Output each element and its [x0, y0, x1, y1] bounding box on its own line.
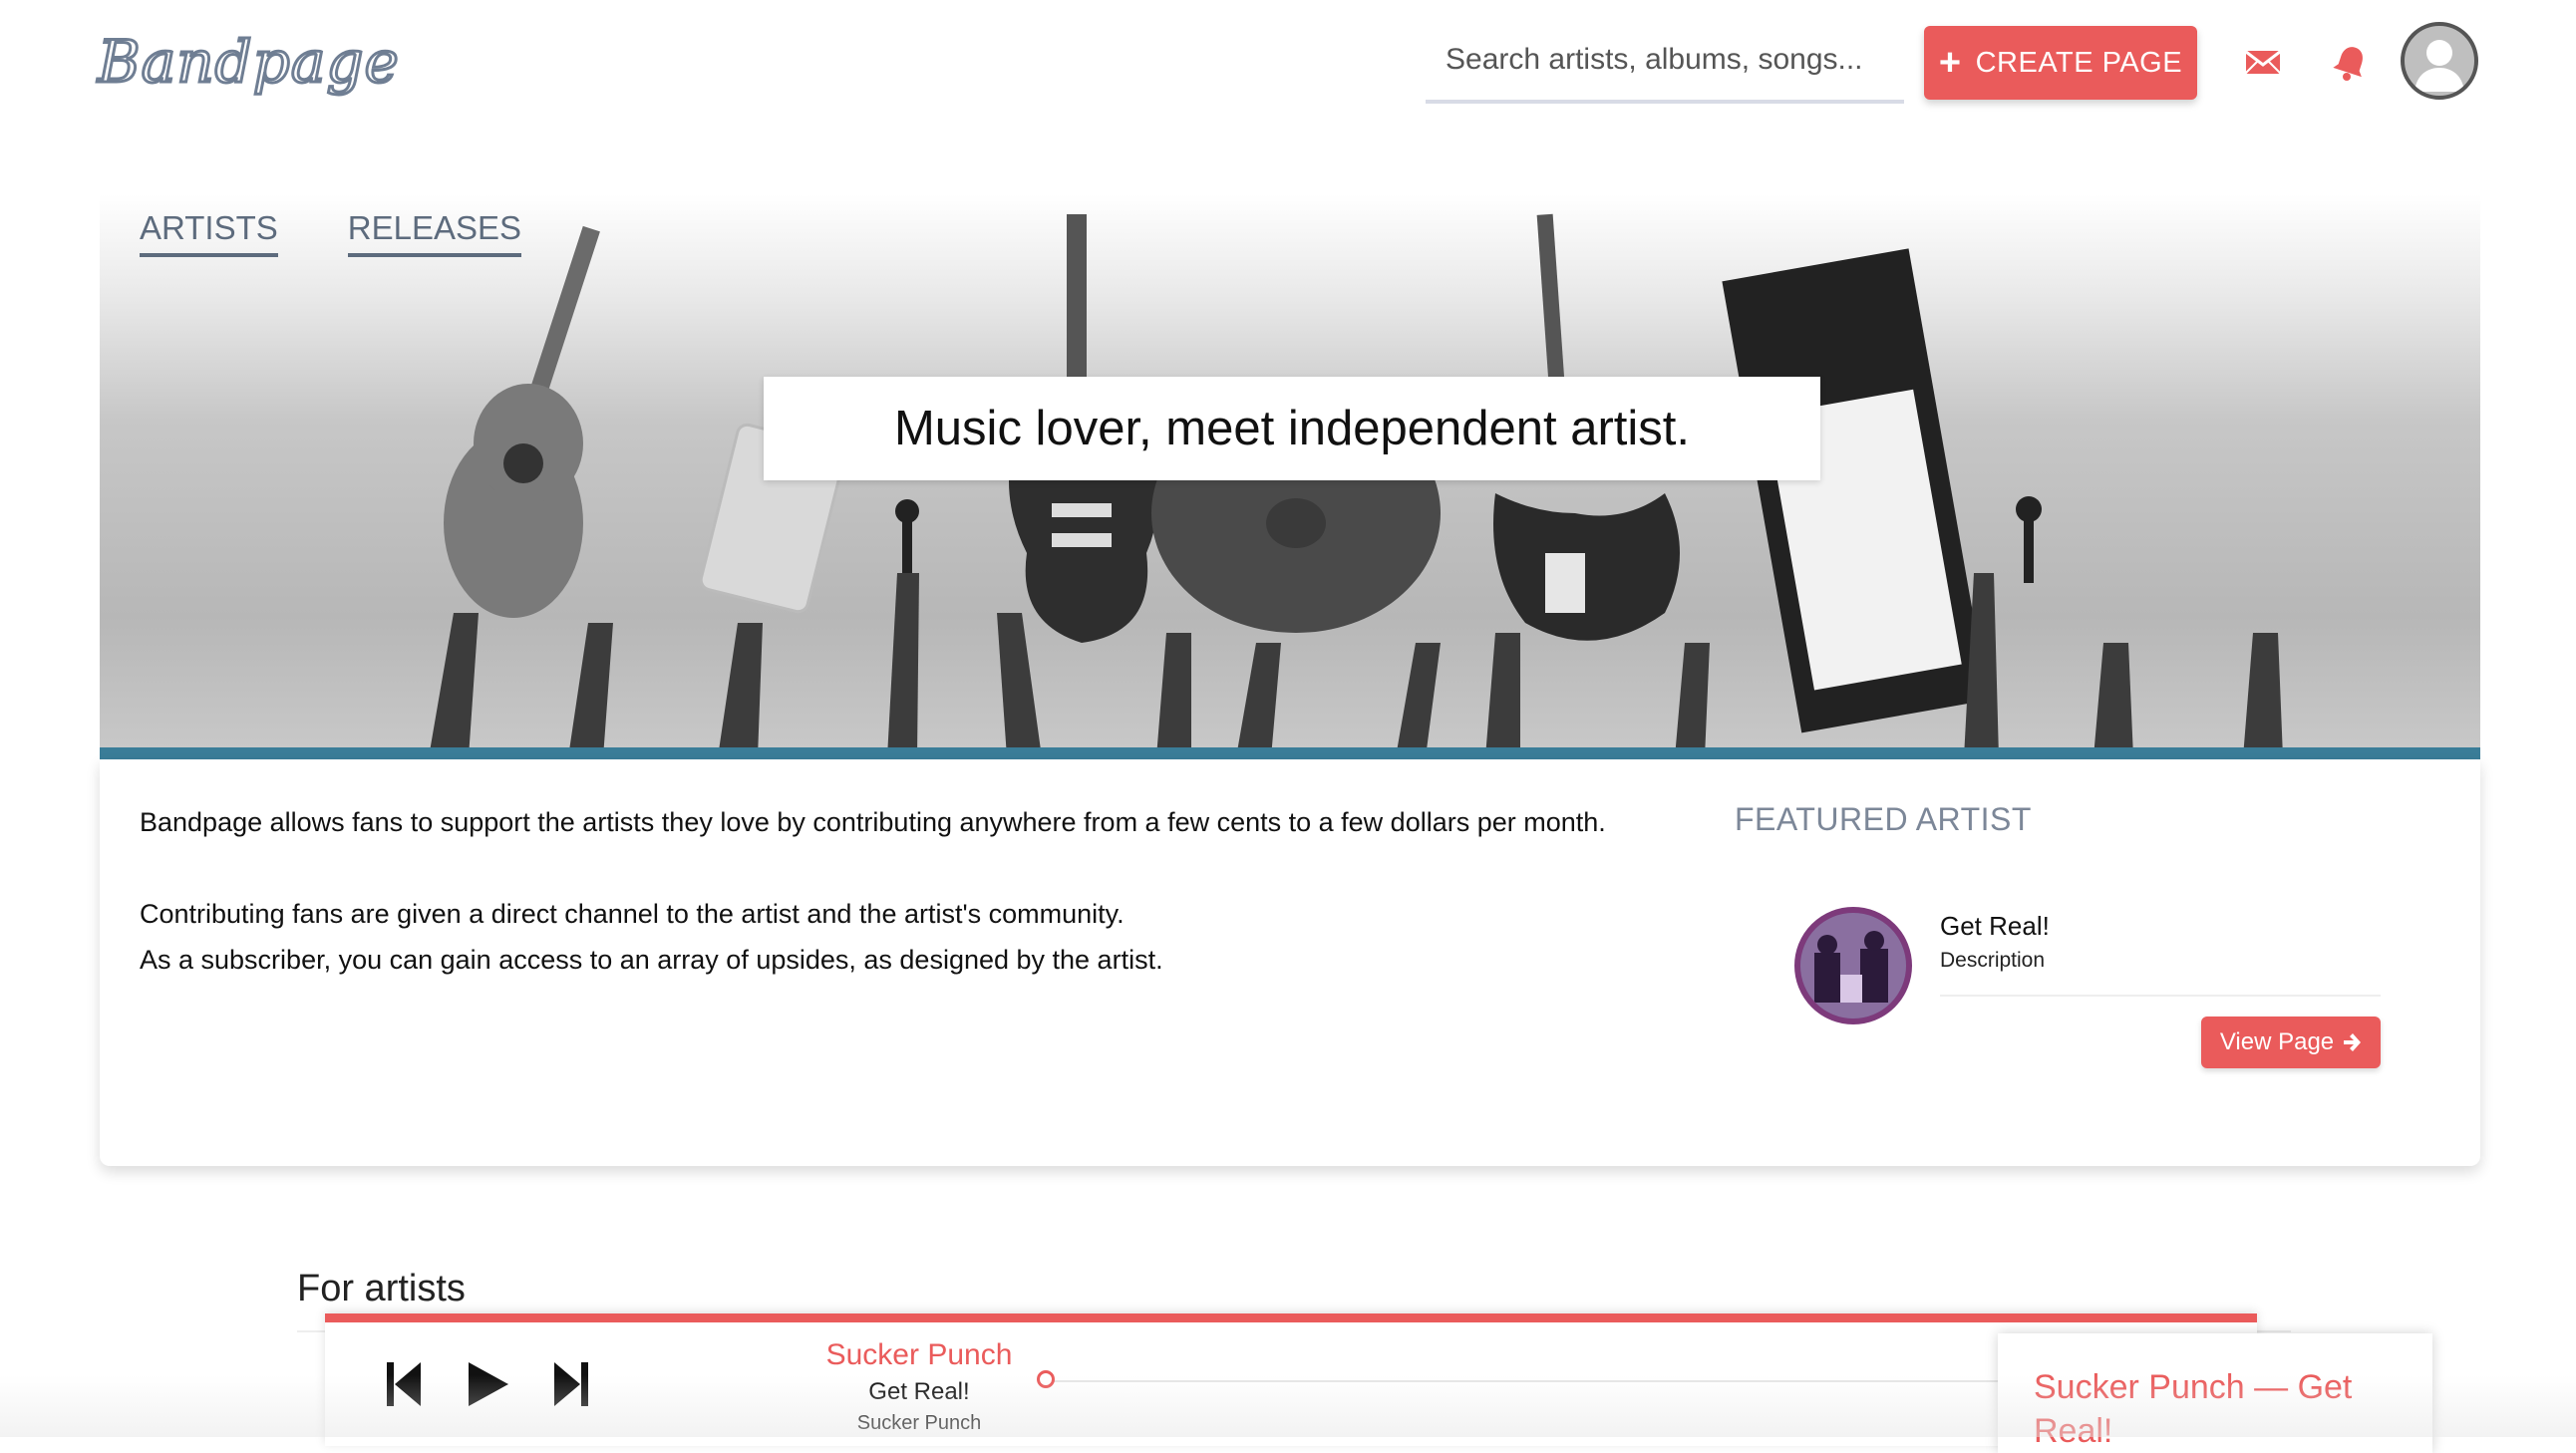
player-controls — [385, 1360, 590, 1408]
track-artist: Sucker Punch — [856, 1412, 982, 1434]
view-page-label: View Page — [2219, 1028, 2335, 1055]
create-page-button[interactable]: + CREATE PAGE — [1924, 26, 2197, 100]
hero-tagline: Music lover, meet independent artist. — [764, 377, 1820, 480]
create-page-label: CREATE PAGE — [1975, 46, 2183, 79]
tab-releases[interactable]: RELEASES — [347, 209, 522, 257]
audio-player: Sucker Punch Get Real! Sucker Punch — [325, 1313, 2257, 1446]
mail-icon[interactable] — [2243, 42, 2283, 82]
about-paragraph-1: Bandpage allows fans to support the arti… — [140, 807, 1606, 837]
featured-artist-name: Get Real! — [1940, 911, 2050, 941]
search-box[interactable] — [1426, 30, 1904, 104]
play-icon[interactable] — [465, 1360, 510, 1408]
search-input[interactable] — [1426, 30, 1904, 90]
previous-track-icon[interactable] — [385, 1360, 425, 1408]
user-avatar-icon[interactable] — [2401, 22, 2478, 100]
now-playing-panel: Sucker Punch — Get Real! — [1998, 1333, 2432, 1453]
featured-divider — [1940, 995, 2381, 997]
info-card: Bandpage allows fans to support the arti… — [100, 759, 2480, 1166]
about-text: Bandpage allows fans to support the arti… — [140, 799, 1735, 983]
about-paragraph-2-line-1: Contributing fans are given a direct cha… — [140, 899, 1125, 929]
logo-text: Bandpage — [97, 27, 401, 98]
featured-artist-description: Description — [1940, 949, 2046, 972]
plus-icon: + — [1938, 42, 1962, 84]
progress-track[interactable] — [1047, 1380, 2024, 1382]
bandpage-logo[interactable]: Bandpage — [97, 18, 401, 108]
now-playing-title[interactable]: Sucker Punch — Get Real! — [2034, 1365, 2413, 1453]
tab-artists[interactable]: ARTISTS — [140, 209, 278, 257]
progress-knob[interactable] — [1037, 1370, 1055, 1388]
track-album: Get Real! — [868, 1378, 970, 1405]
next-track-icon[interactable] — [550, 1360, 590, 1408]
bell-icon[interactable] — [2331, 42, 2371, 82]
about-paragraph-2-line-2: As a subscriber, you can gain access to … — [140, 945, 1163, 975]
hero-divider — [100, 747, 2480, 759]
featured-artist-heading: FEATURED ARTIST — [1735, 801, 2032, 837]
view-page-button[interactable]: View Page — [2201, 1017, 2381, 1068]
hero-tabs: ARTISTS RELEASES — [140, 209, 522, 257]
track-title: Sucker Punch — [825, 1338, 1013, 1371]
featured-artist-avatar[interactable] — [1794, 907, 1912, 1024]
arrow-right-icon — [2344, 1033, 2362, 1051]
